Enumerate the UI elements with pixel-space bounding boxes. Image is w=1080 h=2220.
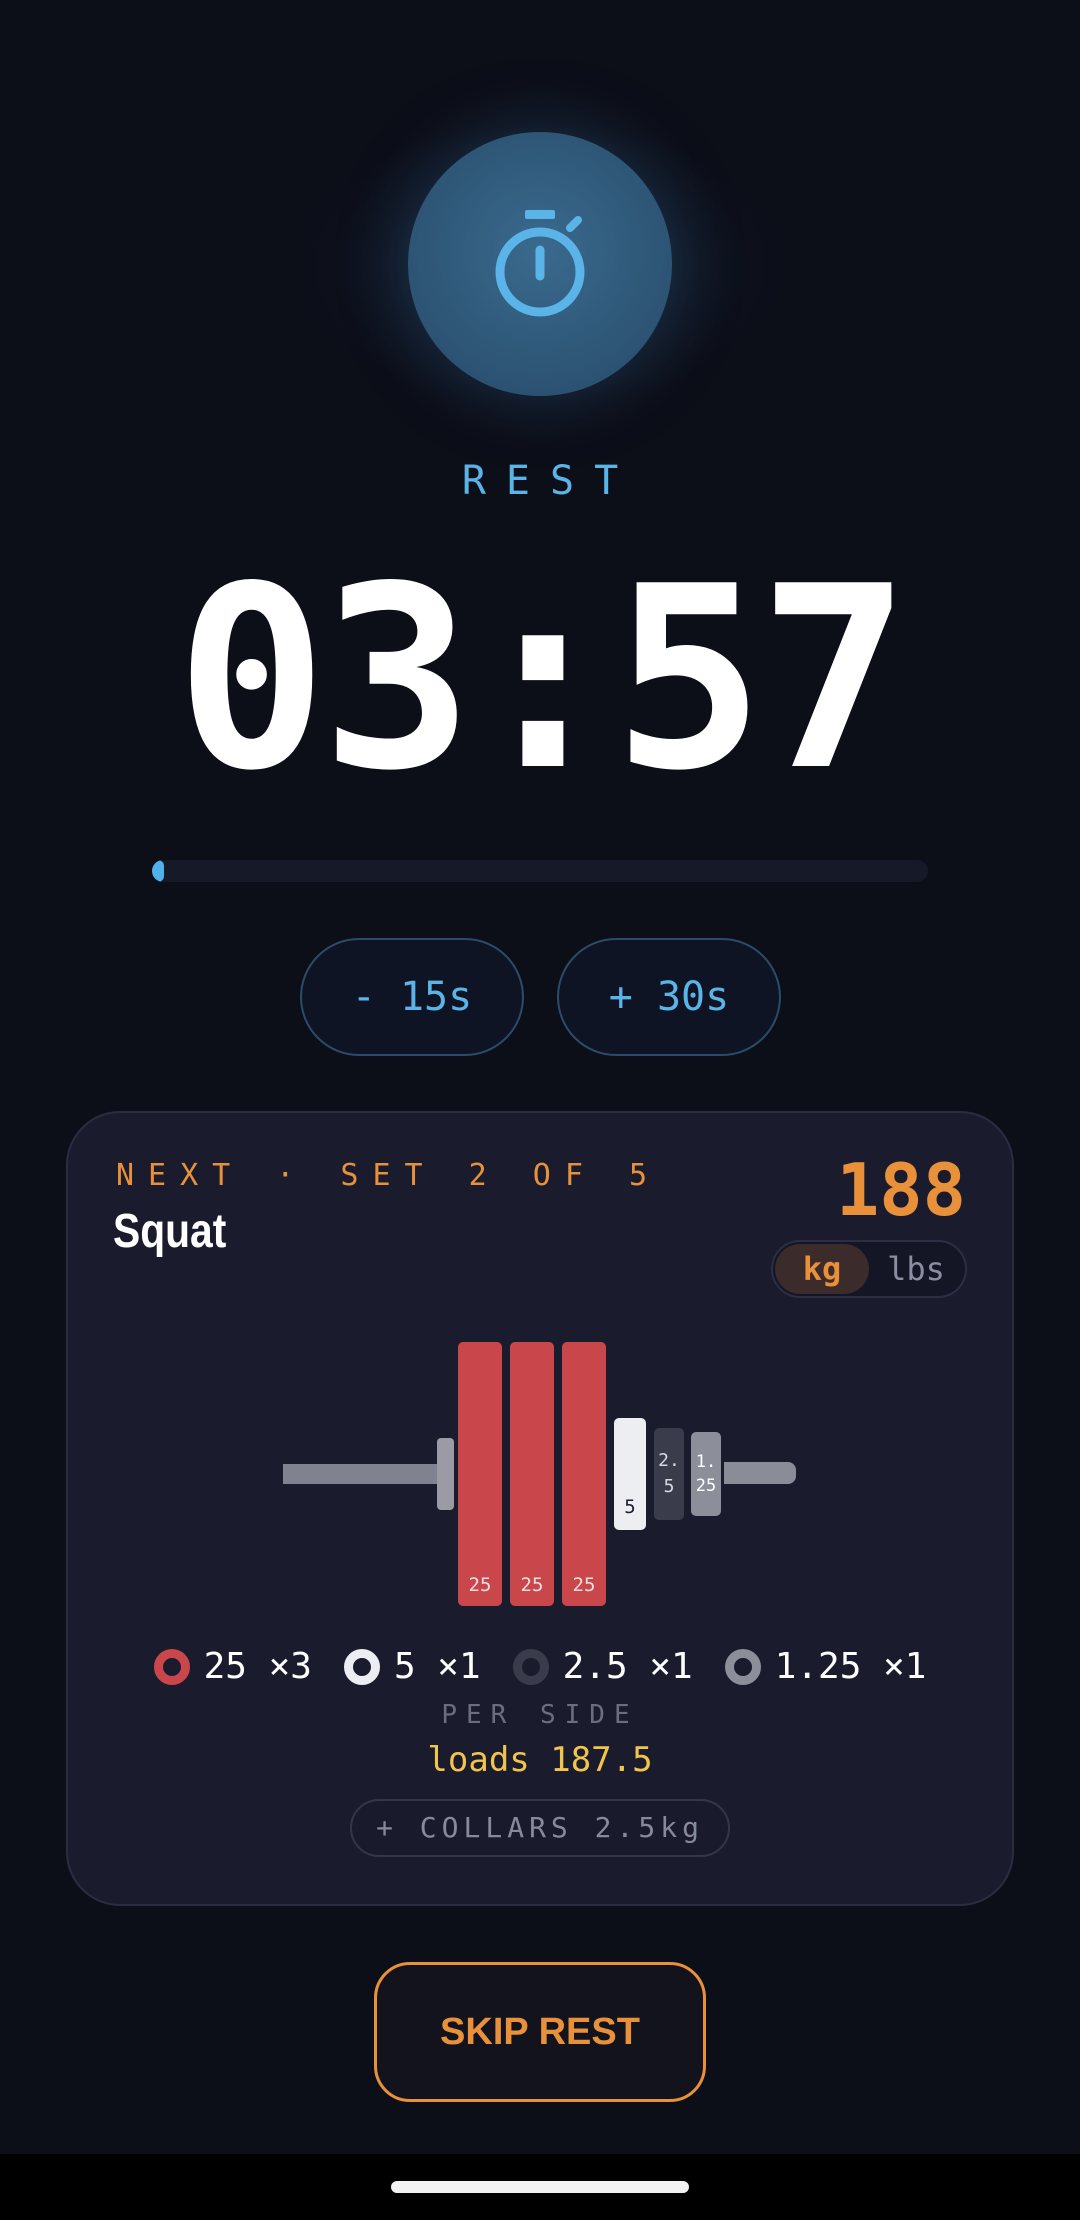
unit-kg-option[interactable]: kg — [775, 1244, 869, 1294]
barbell-collar — [437, 1438, 454, 1510]
legend-label: 5 ×1 — [393, 1646, 481, 1687]
countdown-timer: 03:57 — [175, 533, 911, 826]
legend-label: 1.25 ×1 — [774, 1646, 927, 1687]
rest-progress-fill — [152, 860, 164, 882]
unit-toggle[interactable]: kg lbs — [771, 1240, 967, 1298]
legend-item: 5 ×1 — [343, 1646, 481, 1687]
plate-5: 5 — [614, 1418, 646, 1530]
plate-1-25: 1.25 — [691, 1432, 721, 1516]
plate-25: 25 — [562, 1342, 606, 1606]
next-set-label: NEXT · SET 2 OF 5 — [116, 1158, 662, 1193]
barbell-sleeve-right — [724, 1462, 796, 1484]
plus-30s-button[interactable]: + 30s — [557, 938, 781, 1056]
red-plate-icon — [153, 1648, 190, 1685]
per-side-label: PER SIDE — [441, 1700, 639, 1730]
dark-plate-icon — [512, 1648, 549, 1685]
rest-progress-bar — [152, 860, 928, 882]
white-plate-icon — [343, 1648, 380, 1685]
grey-plate-icon — [724, 1648, 761, 1685]
legend-item: 1.25 ×1 — [724, 1646, 927, 1687]
legend-item: 2.5 ×1 — [512, 1646, 693, 1687]
barbell-sleeve-left — [283, 1464, 438, 1484]
plate-legend: 25 ×3 5 ×1 2.5 ×1 1.25 ×1 — [0, 1646, 1080, 1687]
plate-25: 25 — [458, 1342, 502, 1606]
loads-total: loads 187.5 — [427, 1740, 653, 1780]
add-collars-button[interactable]: + COLLARS 2.5kg — [350, 1799, 730, 1857]
plate-2-5: 2.5 — [654, 1428, 684, 1520]
legend-label: 2.5 ×1 — [562, 1646, 693, 1687]
legend-label: 25 ×3 — [203, 1646, 312, 1687]
legend-item: 25 ×3 — [153, 1646, 312, 1687]
rest-label: REST — [461, 458, 639, 504]
skip-rest-button[interactable]: SKIP REST — [374, 1962, 706, 2102]
minus-15s-button[interactable]: - 15s — [300, 938, 524, 1056]
home-indicator[interactable] — [391, 2181, 689, 2193]
plate-25: 25 — [510, 1342, 554, 1606]
unit-lbs-option[interactable]: lbs — [869, 1244, 963, 1294]
exercise-name: Squat — [113, 1205, 227, 1258]
stopwatch-icon — [495, 210, 585, 317]
stopwatch-badge — [408, 132, 672, 396]
target-weight: 188 — [835, 1148, 966, 1232]
